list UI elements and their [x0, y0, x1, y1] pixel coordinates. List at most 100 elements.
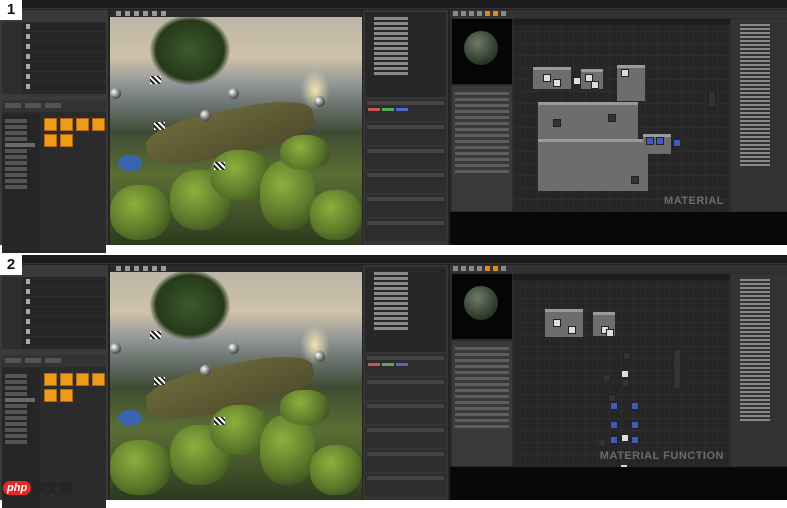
live-update-button[interactable]	[493, 266, 498, 271]
place-item[interactable]	[26, 72, 106, 82]
apply-button[interactable]	[469, 266, 474, 271]
home-button[interactable]	[477, 11, 482, 16]
place-item[interactable]	[26, 42, 106, 52]
level-viewport[interactable]	[110, 265, 362, 500]
reflection-capture-icon[interactable]	[110, 88, 121, 99]
material-asset[interactable]	[76, 118, 89, 131]
material-asset[interactable]	[60, 373, 73, 386]
save-button[interactable]	[453, 266, 458, 271]
world-outliner[interactable]	[365, 12, 446, 97]
math-node[interactable]	[623, 352, 631, 360]
home-button[interactable]	[477, 266, 482, 271]
details-transform[interactable]	[365, 99, 446, 121]
save-all-button[interactable]	[45, 358, 61, 363]
material-asset[interactable]	[92, 118, 105, 131]
material-asset[interactable]	[60, 134, 73, 147]
texture-node[interactable]	[606, 329, 614, 337]
save-all-button[interactable]	[45, 103, 61, 108]
math-node[interactable]	[598, 439, 606, 447]
function-output-node[interactable]	[673, 349, 681, 389]
material-asset[interactable]	[92, 373, 105, 386]
place-item[interactable]	[26, 287, 106, 297]
texture-node[interactable]	[591, 81, 599, 89]
reflection-capture-icon[interactable]	[200, 110, 211, 121]
apply-button[interactable]	[469, 11, 474, 16]
details-static-mesh[interactable]	[365, 123, 446, 145]
details-physics[interactable]	[365, 426, 446, 448]
material-asset[interactable]	[60, 118, 73, 131]
place-item[interactable]	[26, 327, 106, 337]
viewport-tool[interactable]	[152, 266, 157, 271]
folder-tree[interactable]	[2, 114, 40, 253]
math-node[interactable]	[553, 119, 561, 127]
texture-node[interactable]	[553, 319, 561, 327]
palette-panel[interactable]	[731, 274, 787, 466]
material-asset[interactable]	[44, 373, 57, 386]
parameter-node[interactable]	[656, 137, 664, 145]
viewport-tool[interactable]	[143, 266, 148, 271]
live-preview-button[interactable]	[485, 11, 490, 16]
details-transform[interactable]	[365, 354, 446, 376]
viewport-tool[interactable]	[116, 266, 121, 271]
reflection-capture-icon[interactable]	[228, 343, 239, 354]
viewport-tool[interactable]	[125, 266, 130, 271]
camera-actor-icon[interactable]	[214, 162, 225, 170]
parameter-node[interactable]	[631, 421, 639, 429]
place-item[interactable]	[26, 277, 106, 287]
details-materials[interactable]	[365, 402, 446, 424]
import-button[interactable]	[25, 358, 41, 363]
place-item[interactable]	[26, 337, 106, 347]
details-static-mesh[interactable]	[365, 378, 446, 400]
place-item[interactable]	[26, 297, 106, 307]
material-asset[interactable]	[60, 389, 73, 402]
math-node[interactable]	[621, 379, 629, 387]
details-collision[interactable]	[365, 195, 446, 217]
parameter-node[interactable]	[610, 436, 618, 444]
import-button[interactable]	[25, 103, 41, 108]
camera-actor-icon[interactable]	[154, 377, 165, 385]
texture-node[interactable]	[568, 326, 576, 334]
live-update-button[interactable]	[493, 11, 498, 16]
material-preview-viewport[interactable]	[452, 19, 512, 84]
math-node[interactable]	[608, 114, 616, 122]
texture-node[interactable]	[543, 74, 551, 82]
reflection-capture-icon[interactable]	[314, 96, 325, 107]
viewport-tool[interactable]	[161, 11, 166, 16]
constant-node[interactable]	[621, 434, 629, 442]
material-asset[interactable]	[76, 373, 89, 386]
math-node[interactable]	[608, 394, 616, 402]
viewport-tool[interactable]	[161, 266, 166, 271]
viewport-tool[interactable]	[125, 11, 130, 16]
math-node[interactable]	[603, 374, 611, 382]
material-details-panel[interactable]	[452, 341, 512, 466]
place-item[interactable]	[26, 52, 106, 62]
place-item[interactable]	[26, 317, 106, 327]
viewport-tool[interactable]	[134, 266, 139, 271]
reflection-capture-icon[interactable]	[314, 351, 325, 362]
details-collision[interactable]	[365, 450, 446, 472]
math-node[interactable]	[631, 176, 639, 184]
camera-actor-icon[interactable]	[214, 417, 225, 425]
level-viewport[interactable]	[110, 10, 362, 245]
reflection-capture-icon[interactable]	[110, 343, 121, 354]
material-asset[interactable]	[44, 389, 57, 402]
parameter-node[interactable]	[631, 436, 639, 444]
save-button[interactable]	[453, 11, 458, 16]
material-asset[interactable]	[44, 118, 57, 131]
node-graph[interactable]: MATERIAL FUNCTION	[513, 274, 730, 472]
viewport-tool[interactable]	[143, 11, 148, 16]
texture-node[interactable]	[553, 79, 561, 87]
material-preview-viewport[interactable]	[452, 274, 512, 339]
viewport-tool[interactable]	[152, 11, 157, 16]
parameter-node[interactable]	[673, 139, 681, 147]
stats-button[interactable]	[501, 266, 506, 271]
live-preview-button[interactable]	[485, 266, 490, 271]
place-categories[interactable]	[2, 22, 22, 94]
place-item[interactable]	[26, 32, 106, 42]
place-item[interactable]	[26, 22, 106, 32]
camera-actor-icon[interactable]	[150, 331, 161, 339]
texture-node[interactable]	[573, 77, 581, 85]
parameter-node[interactable]	[610, 421, 618, 429]
place-categories[interactable]	[2, 277, 22, 349]
add-new-button[interactable]	[5, 358, 21, 363]
